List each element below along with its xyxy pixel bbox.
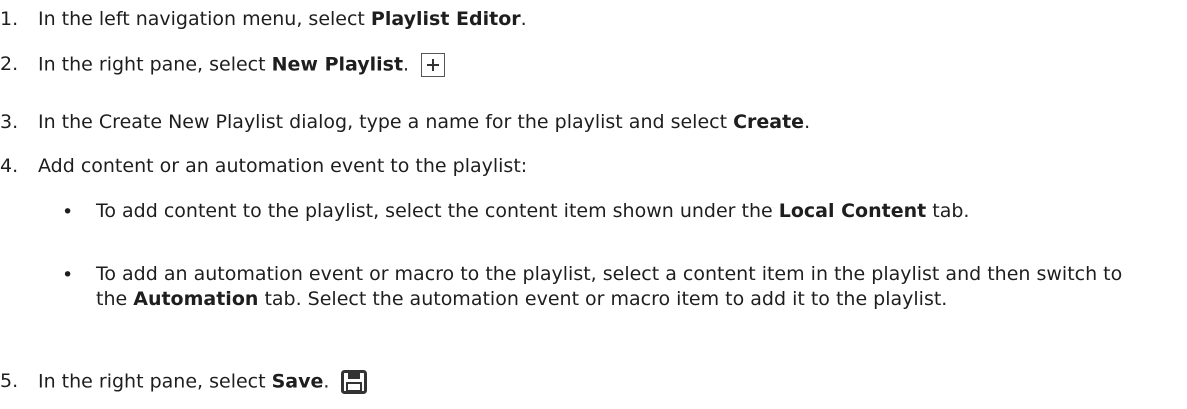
ui-term: Create: [733, 111, 805, 133]
step-text: In the right pane, select: [38, 53, 272, 76]
bullet-item: • To add content to the playlist, select…: [62, 200, 1152, 251]
ui-term: New Playlist: [271, 53, 404, 76]
step-text: In the Create New Playlist dialog, type …: [38, 111, 734, 133]
bullet-marker: •: [62, 264, 74, 286]
bullet-marker: •: [62, 201, 74, 223]
step-text: In the right pane, select: [38, 370, 272, 393]
step-number: 2.: [0, 53, 19, 75]
step-text-end: .: [804, 111, 811, 133]
step-number: 1.: [0, 8, 19, 30]
ui-term: Automation: [133, 288, 259, 310]
bullet-text-end: tab. Select the automation event or macr…: [258, 288, 948, 310]
instructions-document: 1. In the left navigation menu, select P…: [0, 0, 1187, 409]
ui-term: Save: [271, 370, 324, 393]
step-text-end: .: [403, 53, 410, 76]
plus-icon: [421, 53, 446, 77]
step-text: Add content or an automation event to th…: [38, 155, 528, 177]
ui-term: Local Content: [778, 200, 927, 222]
bullet-text: To add content to the playlist, select t…: [96, 200, 779, 222]
save-icon: [341, 370, 368, 394]
bullet-text-end: tab.: [926, 200, 970, 222]
step-number: 5.: [0, 370, 19, 392]
step-text-end: .: [520, 8, 527, 30]
step-text-end: .: [323, 370, 330, 393]
bullet-item: • To add an automation event or macro to…: [62, 263, 1152, 339]
step-number: 4.: [0, 155, 19, 177]
step-number: 3.: [0, 111, 19, 133]
step-text: In the left navigation menu, select: [38, 8, 371, 30]
ui-term: Playlist Editor: [370, 8, 521, 30]
